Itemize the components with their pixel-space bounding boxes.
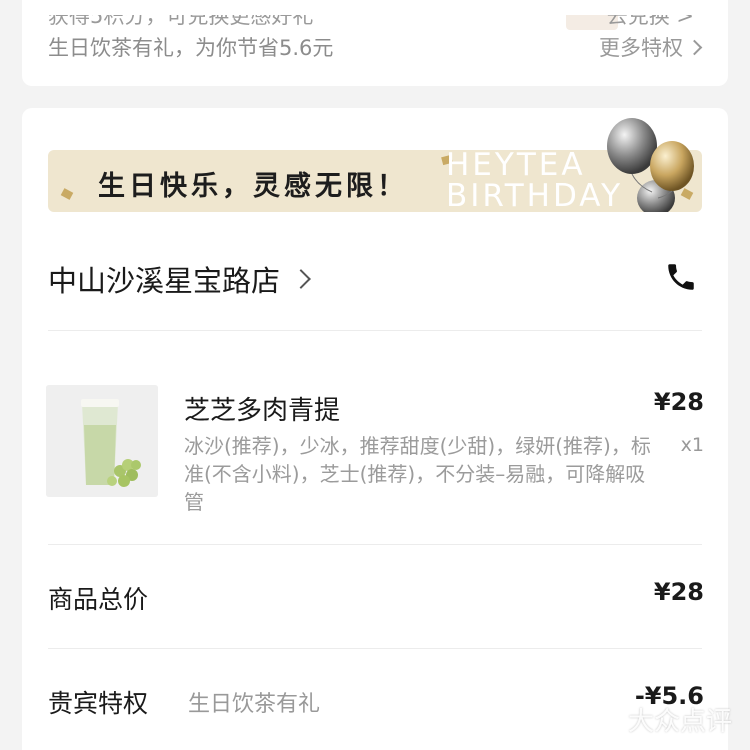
phone-icon[interactable] [664,260,698,294]
redeem-link[interactable]: 去兑换 > [607,15,694,30]
confetti-shape [60,188,74,200]
divider [48,330,702,331]
points-earned-text: 获得5积分，可兑换更感好礼 [48,4,314,28]
birthday-privilege-text: 生日饮茶有礼，为你节省5.6元 [48,36,334,60]
chevron-right-icon [686,39,703,55]
points-card: 获得5积分，可兑换更感好礼 去兑换 > 生日饮茶有礼，为你节省5.6元 更多特权 [22,0,728,86]
banner-en-line2: BIRTHDAY [446,178,624,212]
vip-privilege-label: 贵宾特权 [48,689,149,718]
watermark: 大众点评 [592,701,732,738]
product-name: 芝芝多肉青提 [184,396,341,426]
watermark-text: 大众点评 [627,707,732,737]
chevron-right-icon [291,269,311,289]
product-quantity: x1 [680,434,704,456]
subtotal-label: 商品总价 [48,585,149,614]
banner-english-text: HEYTEA BIRTHDAY [446,150,623,212]
order-card: 生日快乐，灵感无限！ HEYTEA BIRTHDAY 中山沙溪星宝路店 芝芝多肉… [22,108,728,750]
subtotal-value: ¥28 [653,578,704,606]
divider [48,648,702,649]
more-privileges-link[interactable]: 更多特权 [599,32,703,62]
product-specs: 冰沙(推荐)，少冰，推荐甜度(少甜)，绿妍(推荐)，标准(不含小料)，芝士(推荐… [184,434,651,514]
balloons-icon [607,118,694,212]
divider [48,544,702,545]
more-privileges-label: 更多特权 [599,36,683,60]
product-price: ¥28 [653,388,704,416]
banner-greeting: 生日快乐，灵感无限！ [98,171,408,202]
drink-cup-icon [46,385,158,497]
store-name-link[interactable]: 中山沙溪星宝路店 [48,258,311,300]
banner-en-line1: HEYTEA [446,150,586,183]
product-image [46,385,158,497]
dianping-logo-icon [595,708,618,732]
store-name: 中山沙溪星宝路店 [48,264,281,298]
vip-privilege-detail: 生日饮茶有礼 [188,692,321,717]
